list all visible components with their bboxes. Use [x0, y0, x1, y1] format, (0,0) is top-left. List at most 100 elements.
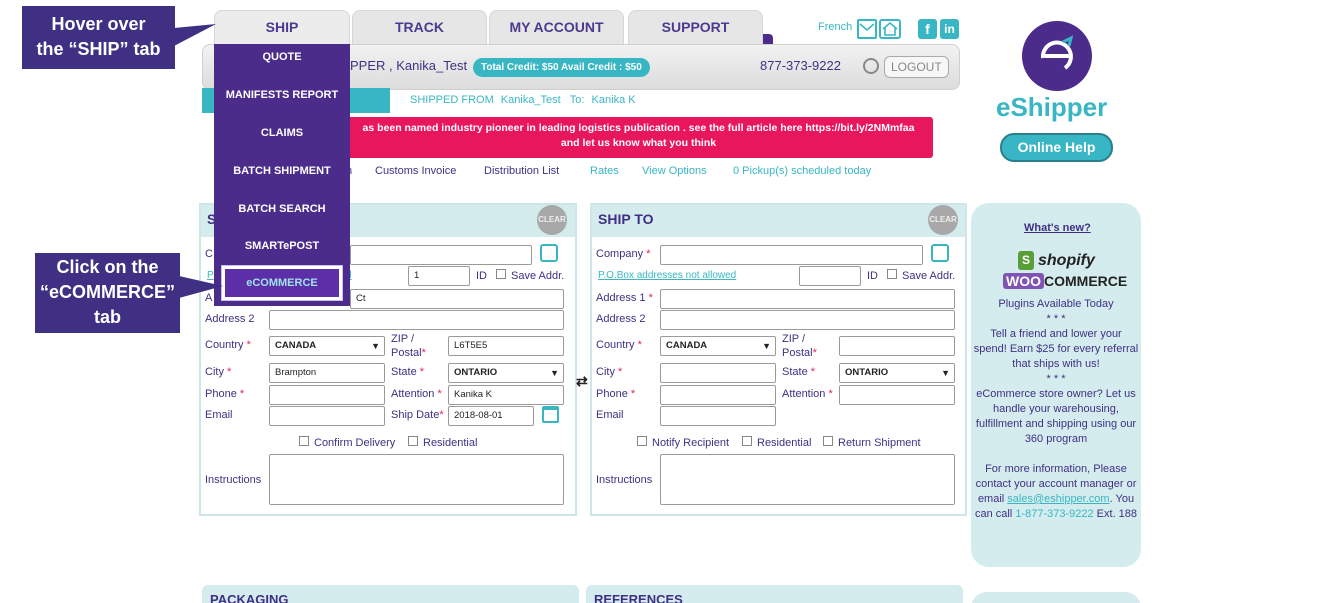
to-instructions-textarea[interactable]: [660, 454, 955, 505]
from-zip-input[interactable]: L6T5E5: [448, 336, 564, 356]
menu-item-manifests-report[interactable]: MANIFESTS REPORT: [214, 89, 350, 101]
shipped-from-line: SHIPPED FROM Kanika_Test To: Kanika K: [410, 94, 636, 106]
announcement-line2: and let us know what you think: [560, 137, 717, 149]
logout-button[interactable]: LOGOUT: [884, 56, 949, 78]
announcement-banner[interactable]: as been named industry pioneer in leadin…: [344, 117, 933, 158]
to-zip-input[interactable]: [839, 336, 955, 356]
facebook-icon[interactable]: f: [918, 19, 937, 39]
from-ship-date-label: Ship Date*: [391, 409, 444, 421]
from-ship-date-input[interactable]: 2018-08-01: [448, 406, 534, 426]
mail-icon[interactable]: [857, 19, 877, 39]
to-attention-input[interactable]: [839, 385, 955, 405]
from-country-select[interactable]: CANADA ▼: [269, 336, 385, 356]
whats-new-link[interactable]: What's new?: [1024, 222, 1091, 234]
swap-arrows-icon[interactable]: ⇄: [576, 373, 588, 390]
confirm-delivery-checkbox[interactable]: [299, 436, 309, 446]
from-state-select[interactable]: ONTARIO ▼: [448, 363, 564, 383]
menu-item-batch-shipment[interactable]: BATCH SHIPMENT: [214, 165, 350, 177]
to-residential-checkbox[interactable]: [742, 436, 752, 446]
to-pobox-link[interactable]: P.O.Box addresses not allowed: [598, 270, 736, 281]
from-save-addr-checkbox[interactable]: [496, 269, 506, 279]
home-icon[interactable]: [879, 19, 901, 39]
sidebar-bottom-panel: [971, 592, 1141, 603]
calendar-icon[interactable]: [542, 406, 559, 423]
from-state-label: State *: [391, 366, 425, 378]
confirm-delivery-label: Confirm Delivery: [314, 437, 396, 449]
click-callout-pointer: [179, 276, 223, 298]
from-company-input[interactable]: [350, 245, 532, 265]
menu-item-smartepost[interactable]: SMARTePOST: [214, 240, 350, 252]
contact-info: For more information, Please contact you…: [974, 463, 1138, 520]
to-address2-input[interactable]: [660, 310, 955, 330]
to-company-label: Company *: [596, 248, 651, 260]
to-city-input[interactable]: [660, 363, 776, 383]
to-label: To:: [569, 94, 585, 106]
from-address2-input[interactable]: [269, 310, 564, 330]
tab-my-account[interactable]: MY ACCOUNT: [489, 10, 624, 44]
to-email-label: Email: [596, 409, 624, 421]
to-id-input[interactable]: [799, 266, 861, 286]
from-attention-label: Attention *: [391, 388, 442, 400]
commerce-text: COMMERCE: [1044, 273, 1128, 289]
from-instructions-textarea[interactable]: [269, 454, 564, 505]
to-company-search-icon[interactable]: [931, 244, 949, 262]
online-help-button[interactable]: Online Help: [1000, 133, 1113, 162]
ship-to-clear-button[interactable]: CLEAR: [928, 205, 958, 235]
tab-ship[interactable]: SHIP: [214, 10, 350, 44]
tab-support[interactable]: SUPPORT: [628, 10, 763, 44]
view-options-link[interactable]: View Options: [642, 165, 707, 177]
to-attention-label: Attention *: [782, 388, 833, 400]
to-address1-input[interactable]: [660, 289, 955, 309]
tab-track[interactable]: TRACK: [352, 10, 487, 44]
from-id-input[interactable]: 1: [408, 266, 470, 286]
to-phone-input[interactable]: [660, 385, 776, 405]
customs-invoice-link[interactable]: Customs Invoice: [375, 165, 456, 177]
hover-callout-line2: the “SHIP” tab: [36, 39, 161, 59]
settings-icon[interactable]: [863, 58, 879, 74]
from-residential-checkbox[interactable]: [408, 436, 418, 446]
from-email-label: Email: [205, 409, 233, 421]
from-company-search-icon[interactable]: [540, 244, 558, 262]
to-save-addr-checkbox[interactable]: [887, 269, 897, 279]
french-link[interactable]: French: [818, 21, 852, 33]
to-address1-label: Address 1 *: [596, 292, 653, 304]
contact-ext-text: Ext. 188: [1096, 508, 1138, 520]
ship-from-clear-button[interactable]: CLEAR: [537, 205, 567, 235]
shipped-from-label: SHIPPED FROM: [410, 94, 494, 106]
distribution-list-link[interactable]: Distribution List: [484, 165, 559, 177]
return-shipment-label: Return Shipment: [838, 437, 921, 449]
plugins-text: Plugins Available Today: [998, 298, 1114, 310]
woo-text: WOO: [1003, 273, 1044, 289]
contact-phone-link[interactable]: 1-877-373-9222: [1015, 508, 1093, 520]
contact-email-link[interactable]: sales@eshipper.com: [1007, 493, 1109, 505]
menu-item-batch-search[interactable]: BATCH SEARCH: [214, 203, 350, 215]
click-callout-line1: Click on the: [56, 257, 159, 277]
menu-item-claims[interactable]: CLAIMS: [214, 127, 350, 139]
from-phone-input[interactable]: [269, 385, 385, 405]
ship-to-title: SHIP TO: [598, 211, 654, 227]
to-email-input[interactable]: [660, 406, 776, 426]
eshipper-brand-text: eShipper: [996, 92, 1108, 122]
packaging-header: PACKAGING: [202, 585, 579, 603]
notify-recipient-checkbox[interactable]: [637, 436, 647, 446]
from-address1-value: Ct: [356, 293, 366, 304]
linkedin-icon[interactable]: in: [940, 19, 959, 39]
pickups-link[interactable]: 0 Pickup(s) scheduled today: [733, 165, 871, 177]
to-company-input[interactable]: [660, 245, 923, 265]
from-city-input[interactable]: Brampton: [269, 363, 385, 383]
menu-item-quote[interactable]: QUOTE: [214, 51, 350, 63]
menu-item-ecommerce[interactable]: eCOMMERCE: [221, 265, 343, 301]
from-zip-label: ZIP / Postal*: [391, 333, 426, 359]
to-instructions-label: Instructions: [596, 474, 653, 486]
woocommerce-logo: WOO COMMERCE: [1003, 273, 1127, 291]
rates-link[interactable]: Rates: [590, 165, 619, 177]
to-state-select[interactable]: ONTARIO ▼: [839, 363, 955, 383]
to-id-label: ID: [867, 270, 878, 282]
return-shipment-checkbox[interactable]: [823, 436, 833, 446]
from-attention-input[interactable]: Kanika K: [448, 385, 564, 405]
to-country-label: Country *: [596, 339, 642, 351]
to-country-select[interactable]: CANADA ▼: [660, 336, 776, 356]
announcement-line1: as been named industry pioneer in leadin…: [362, 122, 915, 134]
from-email-input[interactable]: [269, 406, 385, 426]
from-address1-input[interactable]: Ct: [350, 289, 564, 309]
